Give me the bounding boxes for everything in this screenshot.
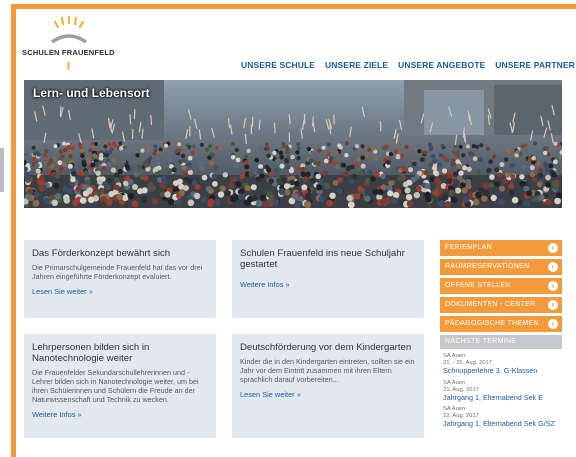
news-card-nanotechnologie: Lehrpersonen bilden sich in Nanotechnolo… <box>24 334 216 438</box>
event-location: SA Auen <box>443 353 466 359</box>
news-card-schuljahr: Schulen Frauenfeld ins neue Schuljahr ge… <box>232 240 424 318</box>
card-link[interactable]: Lesen Sie weiter » <box>32 287 93 296</box>
event-location: SA Auen <box>443 406 466 412</box>
sidebar: FERIENPLAN › RAUMRESERVATIONEN › OFFENE … <box>440 240 562 433</box>
card-title: Deutschförderung vor dem Kindergarten <box>240 342 412 353</box>
news-card-deutschfoerderung: Deutschförderung vor dem Kindergarten Ki… <box>232 334 424 438</box>
nav-unsere-partner[interactable]: UNSERE PARTNER <box>495 60 575 70</box>
sidebar-button-paedagogische-themen[interactable]: PÄDAGOGISCHE THEMEN › <box>440 316 562 332</box>
sidebar-button-label: RAUMRESERVATIONEN <box>445 263 530 270</box>
event-title-link[interactable]: Schnupperlehre 3. G-Klassen <box>443 366 562 376</box>
card-text: Die Primarschulgemeinde Frauenfeld hat d… <box>32 263 203 281</box>
nav-unsere-ziele[interactable]: UNSERE ZIELE <box>325 60 388 70</box>
card-title: Das Förderkonzept bewährt sich <box>32 248 171 259</box>
site-logo[interactable]: SCHULEN FRAUENFELD <box>22 12 122 72</box>
events-heading: NÄCHSTE TERMINE <box>440 335 562 349</box>
hero-caption: Lern- und Lebensort <box>33 86 150 100</box>
event-item: SA Auen 21. Aug. 2017 Jahrgang 1, Eltern… <box>443 380 562 403</box>
event-item: SA Auen 21. - 25. Aug. 2017 Schnupperleh… <box>443 353 562 376</box>
chevron-right-icon: › <box>548 281 558 291</box>
sun-logo-icon <box>50 15 88 70</box>
logo-text: SCHULEN FRAUENFELD <box>22 48 115 57</box>
news-card-foerderkonzept: Das Förderkonzept bewährt sich Die Prima… <box>24 240 216 318</box>
page-margin <box>0 0 7 457</box>
card-link[interactable]: Lesen Sie weiter » <box>240 390 301 399</box>
side-tab[interactable] <box>0 148 4 192</box>
event-title-link[interactable]: Jahrgang 1, Elternabend Sek E <box>443 393 562 403</box>
card-text: Die Frauenfelder Sekundarschullehrerinne… <box>32 368 199 404</box>
sidebar-button-label: FERIENPLAN <box>445 244 492 251</box>
card-title: Lehrpersonen bilden sich in Nanotechnolo… <box>32 342 150 364</box>
sidebar-button-dokumenten-center[interactable]: DOKUMENTEN - CENTER › <box>440 297 562 313</box>
card-link[interactable]: Weitere Infos » <box>240 280 290 289</box>
sidebar-button-raumreservationen[interactable]: RAUMRESERVATIONEN › <box>440 259 562 275</box>
sidebar-button-ferienplan[interactable]: FERIENPLAN › <box>440 240 562 256</box>
chevron-right-icon: › <box>548 243 558 253</box>
event-title-link[interactable]: Jahrgang 1, Elternabend Sek G/SZ <box>443 419 562 429</box>
sidebar-button-label: OFFENE STELLEN <box>445 282 511 289</box>
nav-unsere-angebote[interactable]: UNSERE ANGEBOTE <box>398 60 485 70</box>
event-location: SA Auen <box>443 379 466 386</box>
card-title: Schulen Frauenfeld ins neue Schuljahr ge… <box>240 248 405 270</box>
sidebar-button-offene-stellen[interactable]: OFFENE STELLEN › <box>440 278 562 294</box>
sidebar-button-label: PÄDAGOGISCHE THEMEN <box>445 320 539 327</box>
hero-image: Lern- und Lebensort <box>24 80 562 208</box>
main-nav: UNSERE SCHULE UNSERE ZIELE UNSERE ANGEBO… <box>241 60 575 70</box>
nav-unsere-schule[interactable]: UNSERE SCHULE <box>241 60 315 70</box>
sidebar-button-label: DOKUMENTEN - CENTER <box>445 301 536 308</box>
chevron-right-icon: › <box>548 300 558 310</box>
chevron-right-icon: › <box>548 262 558 272</box>
event-item: SA Auen 22. Aug. 2017 Jahrgang 1, Eltern… <box>443 406 562 429</box>
card-text: Kinder die in den Kindergarten eintreten… <box>240 357 415 384</box>
card-link[interactable]: Weitere Infos » <box>32 410 82 419</box>
chevron-right-icon: › <box>548 319 558 329</box>
